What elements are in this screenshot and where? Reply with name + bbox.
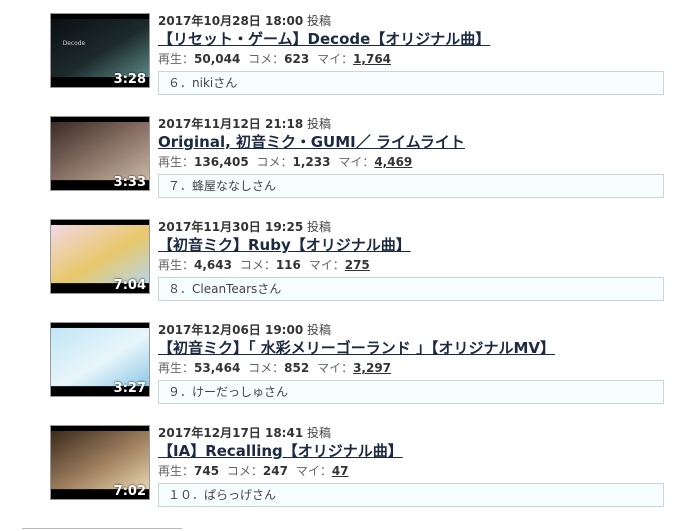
- mylist-label: マイ：: [338, 155, 375, 169]
- video-entry: 3:27 2017年12月06日 19:00 投稿 【初音ミク】「 水彩メリーゴ…: [50, 322, 670, 412]
- posted-suffix: 投稿: [307, 220, 332, 234]
- comments-count: 623: [284, 52, 310, 66]
- posted-datetime: 2017年11月30日 19:25 投稿: [158, 218, 331, 235]
- posted-date: 2017年12月17日 18:41: [158, 426, 304, 440]
- video-duration: 3:27: [113, 381, 146, 396]
- video-stats: 再生：136,405 コメ：1,233 マイ：4,469: [158, 153, 412, 170]
- video-entry: 7:04 2017年11月30日 19:25 投稿 【初音ミク】Ruby【オリジ…: [50, 219, 670, 309]
- comments-count: 247: [262, 464, 288, 478]
- posted-datetime: 2017年12月17日 18:41 投稿: [158, 424, 331, 441]
- video-stats: 再生：53,464 コメ：852 マイ：3,297: [158, 359, 391, 376]
- video-thumbnail[interactable]: Decode 3:28: [50, 13, 150, 88]
- mylist-label: マイ：: [295, 464, 332, 478]
- comment-box: ６．nikiさん: [158, 71, 664, 95]
- video-stats: 再生：50,044 コメ：623 マイ：1,764: [158, 50, 391, 67]
- video-thumbnail[interactable]: 7:02: [50, 425, 150, 500]
- video-duration: 3:33: [113, 175, 146, 190]
- video-entry: 3:33 2017年11月12日 21:18 投稿 Original, 初音ミク…: [50, 116, 670, 206]
- video-title-link[interactable]: 【リセット・ゲーム】Decode【オリジナル曲】: [158, 28, 490, 49]
- views-label: 再生：: [158, 52, 195, 66]
- comments-count: 116: [275, 258, 301, 272]
- mylist-count-link[interactable]: 4,469: [374, 155, 412, 169]
- video-stats: 再生：745 コメ：247 マイ：47: [158, 462, 349, 479]
- views-count: 4,643: [194, 258, 232, 272]
- video-thumbnail[interactable]: 7:04: [50, 219, 150, 294]
- comments-label: コメ：: [256, 155, 293, 169]
- comments-label: コメ：: [226, 464, 263, 478]
- mylist-count-link[interactable]: 3,297: [353, 361, 391, 375]
- comment-box: １０．ぱらっげさん: [158, 483, 664, 507]
- posted-datetime: 2017年11月12日 21:18 投稿: [158, 115, 331, 132]
- posted-suffix: 投稿: [307, 117, 332, 131]
- video-thumbnail[interactable]: 3:33: [50, 116, 150, 191]
- video-duration: 7:02: [113, 484, 146, 499]
- mylist-count-link[interactable]: 1,764: [353, 52, 391, 66]
- video-stats: 再生：4,643 コメ：116 マイ：275: [158, 256, 370, 273]
- posted-date: 2017年11月12日 21:18: [158, 117, 304, 131]
- comments-label: コメ：: [239, 258, 276, 272]
- posted-suffix: 投稿: [307, 426, 332, 440]
- posted-date: 2017年12月06日 19:00: [158, 323, 304, 337]
- mylist-count-link[interactable]: 275: [345, 258, 370, 272]
- posted-date: 2017年11月30日 19:25: [158, 220, 304, 234]
- video-thumbnail[interactable]: 3:27: [50, 322, 150, 397]
- bottom-divider: [22, 528, 182, 529]
- mylist-count-link[interactable]: 47: [332, 464, 349, 478]
- comments-count: 1,233: [292, 155, 331, 169]
- thumbnail-caption: Decode: [63, 41, 86, 47]
- views-count: 53,464: [194, 361, 241, 375]
- comment-box: ９．けーだっしゅさん: [158, 380, 664, 404]
- posted-datetime: 2017年10月28日 18:00 投稿: [158, 12, 331, 29]
- views-count: 50,044: [194, 52, 241, 66]
- video-duration: 3:28: [113, 72, 146, 87]
- comment-box: ７．蜂屋ななしさん: [158, 174, 664, 198]
- comments-label: コメ：: [248, 361, 285, 375]
- posted-suffix: 投稿: [307, 323, 332, 337]
- mylist-label: マイ：: [308, 258, 345, 272]
- posted-suffix: 投稿: [307, 14, 332, 28]
- mylist-label: マイ：: [317, 361, 354, 375]
- video-entry: 7:02 2017年12月17日 18:41 投稿 【IA】Recalling【…: [50, 425, 670, 515]
- posted-date: 2017年10月28日 18:00: [158, 14, 304, 28]
- views-count: 136,405: [194, 155, 249, 169]
- mylist-label: マイ：: [317, 52, 354, 66]
- video-title-link[interactable]: 【IA】Recalling【オリジナル曲】: [158, 440, 403, 461]
- views-label: 再生：: [158, 155, 195, 169]
- views-label: 再生：: [158, 258, 195, 272]
- video-duration: 7:04: [113, 278, 146, 293]
- views-count: 745: [194, 464, 220, 478]
- video-title-link[interactable]: 【初音ミク】Ruby【オリジナル曲】: [158, 234, 411, 255]
- video-title-link[interactable]: Original, 初音ミク・GUMI／ ライムライト: [158, 131, 465, 152]
- comments-count: 852: [284, 361, 310, 375]
- views-label: 再生：: [158, 361, 195, 375]
- comments-label: コメ：: [248, 52, 285, 66]
- comment-box: ８．CleanTearsさん: [158, 277, 664, 301]
- posted-datetime: 2017年12月06日 19:00 投稿: [158, 321, 331, 338]
- video-title-link[interactable]: 【初音ミク】「 水彩メリーゴーランド 」【オリジナルMV】: [158, 337, 555, 358]
- views-label: 再生：: [158, 464, 195, 478]
- video-entry: Decode 3:28 2017年10月28日 18:00 投稿 【リセット・ゲ…: [50, 13, 670, 103]
